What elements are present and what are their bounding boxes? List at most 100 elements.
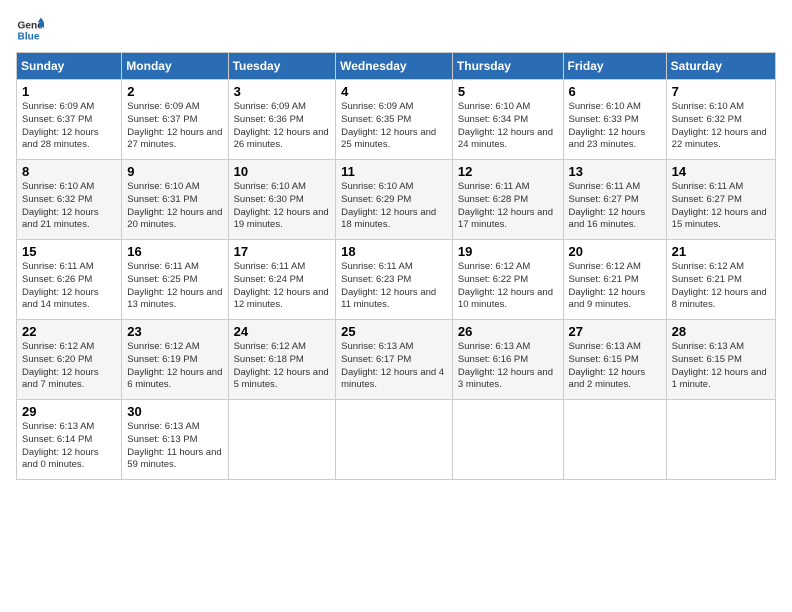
day-number: 29 bbox=[22, 404, 116, 419]
calendar-cell: 17 Sunrise: 6:11 AMSunset: 6:24 PMDayligh… bbox=[228, 240, 336, 320]
day-number: 13 bbox=[569, 164, 661, 179]
day-number: 6 bbox=[569, 84, 661, 99]
day-number: 4 bbox=[341, 84, 447, 99]
calendar-cell: 18 Sunrise: 6:11 AMSunset: 6:23 PMDayligh… bbox=[336, 240, 453, 320]
calendar-cell: 13 Sunrise: 6:11 AMSunset: 6:27 PMDayligh… bbox=[563, 160, 666, 240]
calendar-cell bbox=[228, 400, 336, 480]
calendar-cell: 4 Sunrise: 6:09 AMSunset: 6:35 PMDaylight… bbox=[336, 80, 453, 160]
day-info: Sunrise: 6:10 AMSunset: 6:30 PMDaylight:… bbox=[234, 181, 331, 232]
calendar-cell: 12 Sunrise: 6:11 AMSunset: 6:28 PMDayligh… bbox=[452, 160, 563, 240]
page-header: General Blue bbox=[16, 16, 776, 44]
day-number: 10 bbox=[234, 164, 331, 179]
day-header-thursday: Thursday bbox=[452, 53, 563, 80]
day-info: Sunrise: 6:13 AMSunset: 6:17 PMDaylight:… bbox=[341, 341, 447, 392]
day-info: Sunrise: 6:12 AMSunset: 6:22 PMDaylight:… bbox=[458, 261, 558, 312]
day-number: 23 bbox=[127, 324, 222, 339]
calendar-cell bbox=[666, 400, 775, 480]
day-info: Sunrise: 6:11 AMSunset: 6:27 PMDaylight:… bbox=[672, 181, 770, 232]
day-number: 12 bbox=[458, 164, 558, 179]
calendar-cell: 15 Sunrise: 6:11 AMSunset: 6:26 PMDayligh… bbox=[17, 240, 122, 320]
day-info: Sunrise: 6:12 AMSunset: 6:18 PMDaylight:… bbox=[234, 341, 331, 392]
day-header-tuesday: Tuesday bbox=[228, 53, 336, 80]
calendar-cell: 9Sunrise: 6:10 AMSunset: 6:31 PMDaylight… bbox=[122, 160, 228, 240]
calendar-cell: 2 Sunrise: 6:09 AMSunset: 6:37 PMDaylight… bbox=[122, 80, 228, 160]
calendar-week-row: 29 Sunrise: 6:13 AMSunset: 6:14 PMDayligh… bbox=[17, 400, 776, 480]
calendar-cell: 22Sunrise: 6:12 AMSunset: 6:20 PMDayligh… bbox=[17, 320, 122, 400]
calendar-cell: 14 Sunrise: 6:11 AMSunset: 6:27 PMDayligh… bbox=[666, 160, 775, 240]
day-number: 24 bbox=[234, 324, 331, 339]
day-info: Sunrise: 6:11 AMSunset: 6:27 PMDaylight:… bbox=[569, 181, 661, 232]
day-info: Sunrise: 6:12 AMSunset: 6:21 PMDaylight:… bbox=[672, 261, 770, 312]
calendar-cell: 16 Sunrise: 6:11 AMSunset: 6:25 PMDayligh… bbox=[122, 240, 228, 320]
day-header-friday: Friday bbox=[563, 53, 666, 80]
day-number: 19 bbox=[458, 244, 558, 259]
calendar-cell: 28 Sunrise: 6:13 AMSunset: 6:15 PMDayligh… bbox=[666, 320, 775, 400]
calendar-cell: 11Sunrise: 6:10 AMSunset: 6:29 PMDayligh… bbox=[336, 160, 453, 240]
day-info: Sunrise: 6:13 AMSunset: 6:14 PMDaylight:… bbox=[22, 421, 116, 472]
calendar-cell: 10 Sunrise: 6:10 AMSunset: 6:30 PMDayligh… bbox=[228, 160, 336, 240]
logo-icon: General Blue bbox=[16, 16, 44, 44]
day-info: Sunrise: 6:10 AMSunset: 6:33 PMDaylight:… bbox=[569, 101, 661, 152]
day-info: Sunrise: 6:11 AMSunset: 6:23 PMDaylight:… bbox=[341, 261, 447, 312]
day-info: Sunrise: 6:09 AMSunset: 6:36 PMDaylight:… bbox=[234, 101, 331, 152]
calendar-cell: 6 Sunrise: 6:10 AMSunset: 6:33 PMDaylight… bbox=[563, 80, 666, 160]
day-info: Sunrise: 6:09 AMSunset: 6:35 PMDaylight:… bbox=[341, 101, 447, 152]
day-header-sunday: Sunday bbox=[17, 53, 122, 80]
day-info: Sunrise: 6:11 AMSunset: 6:24 PMDaylight:… bbox=[234, 261, 331, 312]
day-info: Sunrise: 6:12 AMSunset: 6:21 PMDaylight:… bbox=[569, 261, 661, 312]
calendar-cell: 30 Sunrise: 6:13 AMSunset: 6:13 PMDayligh… bbox=[122, 400, 228, 480]
calendar-cell bbox=[452, 400, 563, 480]
day-info: Sunrise: 6:09 AMSunset: 6:37 PMDaylight:… bbox=[127, 101, 222, 152]
day-number: 17 bbox=[234, 244, 331, 259]
day-info: Sunrise: 6:13 AMSunset: 6:15 PMDaylight:… bbox=[569, 341, 661, 392]
day-header-monday: Monday bbox=[122, 53, 228, 80]
day-info: Sunrise: 6:11 AMSunset: 6:25 PMDaylight:… bbox=[127, 261, 222, 312]
calendar-week-row: 1Sunrise: 6:09 AMSunset: 6:37 PMDaylight… bbox=[17, 80, 776, 160]
day-number: 18 bbox=[341, 244, 447, 259]
day-info: Sunrise: 6:10 AMSunset: 6:34 PMDaylight:… bbox=[458, 101, 558, 152]
calendar-cell: 26Sunrise: 6:13 AMSunset: 6:16 PMDayligh… bbox=[452, 320, 563, 400]
calendar-cell: 20 Sunrise: 6:12 AMSunset: 6:21 PMDayligh… bbox=[563, 240, 666, 320]
day-info: Sunrise: 6:11 AMSunset: 6:26 PMDaylight:… bbox=[22, 261, 116, 312]
calendar-cell: 7Sunrise: 6:10 AMSunset: 6:32 PMDaylight… bbox=[666, 80, 775, 160]
calendar-cell: 19 Sunrise: 6:12 AMSunset: 6:22 PMDayligh… bbox=[452, 240, 563, 320]
calendar-cell: 25Sunrise: 6:13 AMSunset: 6:17 PMDayligh… bbox=[336, 320, 453, 400]
calendar-header-row: SundayMondayTuesdayWednesdayThursdayFrid… bbox=[17, 53, 776, 80]
calendar-cell: 21 Sunrise: 6:12 AMSunset: 6:21 PMDayligh… bbox=[666, 240, 775, 320]
day-header-saturday: Saturday bbox=[666, 53, 775, 80]
calendar-cell: 24 Sunrise: 6:12 AMSunset: 6:18 PMDayligh… bbox=[228, 320, 336, 400]
calendar-cell: 1Sunrise: 6:09 AMSunset: 6:37 PMDaylight… bbox=[17, 80, 122, 160]
day-info: Sunrise: 6:13 AMSunset: 6:13 PMDaylight:… bbox=[127, 421, 222, 472]
day-number: 14 bbox=[672, 164, 770, 179]
calendar-week-row: 8 Sunrise: 6:10 AMSunset: 6:32 PMDaylight… bbox=[17, 160, 776, 240]
day-info: Sunrise: 6:12 AMSunset: 6:19 PMDaylight:… bbox=[127, 341, 222, 392]
calendar-cell: 29 Sunrise: 6:13 AMSunset: 6:14 PMDayligh… bbox=[17, 400, 122, 480]
day-number: 7 bbox=[672, 84, 770, 99]
day-info: Sunrise: 6:10 AMSunset: 6:32 PMDaylight:… bbox=[22, 181, 116, 232]
day-number: 3 bbox=[234, 84, 331, 99]
calendar-week-row: 15 Sunrise: 6:11 AMSunset: 6:26 PMDayligh… bbox=[17, 240, 776, 320]
day-info: Sunrise: 6:11 AMSunset: 6:28 PMDaylight:… bbox=[458, 181, 558, 232]
calendar-cell bbox=[336, 400, 453, 480]
calendar-cell: 23 Sunrise: 6:12 AMSunset: 6:19 PMDayligh… bbox=[122, 320, 228, 400]
calendar-cell: 3 Sunrise: 6:09 AMSunset: 6:36 PMDaylight… bbox=[228, 80, 336, 160]
day-info: Sunrise: 6:09 AMSunset: 6:37 PMDaylight:… bbox=[22, 101, 116, 152]
logo: General Blue bbox=[16, 16, 48, 44]
day-number: 28 bbox=[672, 324, 770, 339]
day-number: 2 bbox=[127, 84, 222, 99]
day-number: 20 bbox=[569, 244, 661, 259]
calendar-cell: 27 Sunrise: 6:13 AMSunset: 6:15 PMDayligh… bbox=[563, 320, 666, 400]
calendar-cell: 5 Sunrise: 6:10 AMSunset: 6:34 PMDaylight… bbox=[452, 80, 563, 160]
day-number: 15 bbox=[22, 244, 116, 259]
day-number: 16 bbox=[127, 244, 222, 259]
day-number: 27 bbox=[569, 324, 661, 339]
day-number: 30 bbox=[127, 404, 222, 419]
calendar-table: SundayMondayTuesdayWednesdayThursdayFrid… bbox=[16, 52, 776, 480]
day-number: 9 bbox=[127, 164, 222, 179]
day-number: 22 bbox=[22, 324, 116, 339]
day-info: Sunrise: 6:13 AMSunset: 6:15 PMDaylight:… bbox=[672, 341, 770, 392]
day-number: 5 bbox=[458, 84, 558, 99]
day-number: 8 bbox=[22, 164, 116, 179]
calendar-cell: 8 Sunrise: 6:10 AMSunset: 6:32 PMDaylight… bbox=[17, 160, 122, 240]
day-number: 21 bbox=[672, 244, 770, 259]
